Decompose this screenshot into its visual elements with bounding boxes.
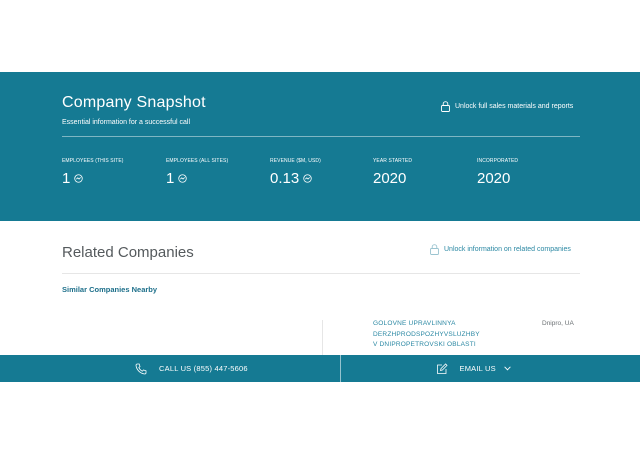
related-divider	[62, 273, 580, 274]
call-us-label: CALL US (855) 447-5606	[159, 364, 248, 373]
company-name-line: V DNIPROPETROVSKI OBLASTI	[373, 341, 476, 348]
snapshot-title: Company Snapshot	[62, 94, 206, 111]
company-name-line: GOLOVNE UPRAVLINNYA	[373, 320, 456, 327]
stat-incorporated: INCORPORATED 2020	[477, 158, 518, 187]
column-divider	[322, 320, 323, 356]
stat-value: 2020	[373, 170, 407, 187]
company-name-line: DERZHPRODSPOZHYVSLUZHBY	[373, 330, 480, 338]
company-snapshot: Company Snapshot Essential information f…	[0, 72, 640, 221]
stat-label: EMPLOYEES (THIS SITE)	[62, 158, 124, 164]
stat-year-started: YEAR STARTED 2020	[373, 158, 412, 187]
snapshot-divider	[62, 136, 580, 137]
related-company-link[interactable]: GOLOVNE UPRAVLINNYA DERZHPRODSPOZHYVSLUZ…	[373, 319, 513, 351]
stat-label: INCORPORATED	[477, 158, 519, 164]
chevron-down-icon	[504, 366, 511, 371]
stat-label: EMPLOYEES (ALL SITES)	[166, 158, 229, 164]
email-us-button[interactable]: EMAIL US	[341, 355, 640, 382]
edit-icon	[436, 362, 448, 374]
trend-icon[interactable]	[303, 174, 312, 183]
stat-revenue: REVENUE ($M, USD) 0.13	[270, 158, 321, 187]
phone-icon	[135, 363, 147, 374]
stat-value: 1	[166, 170, 175, 187]
stat-employees-all-sites: EMPLOYEES (ALL SITES) 1	[166, 158, 228, 187]
stat-value: 0.13	[270, 170, 300, 187]
call-us-button[interactable]: CALL US (855) 447-5606	[0, 355, 340, 382]
email-us-label: EMAIL US	[459, 364, 496, 373]
stat-value: 1	[62, 170, 71, 187]
stat-label: YEAR STARTED	[373, 158, 413, 164]
unlock-related-label: Unlock information on related companies	[444, 246, 571, 253]
unlock-sales-link[interactable]: Unlock full sales materials and reports	[441, 101, 573, 112]
related-companies-title: Related Companies	[62, 244, 194, 261]
similar-companies-heading: Similar Companies Nearby	[62, 285, 158, 294]
company-location: Dnipro, UA	[542, 320, 574, 327]
stat-employees-this-site: EMPLOYEES (THIS SITE) 1	[62, 158, 124, 187]
unlock-related-link[interactable]: Unlock information on related companies	[430, 244, 571, 255]
lock-icon	[441, 101, 450, 112]
stat-label: REVENUE ($M, USD)	[270, 158, 321, 164]
trend-icon[interactable]	[178, 174, 188, 183]
snapshot-subtitle: Essential information for a successful c…	[62, 119, 190, 126]
lock-icon	[430, 244, 439, 255]
unlock-sales-label: Unlock full sales materials and reports	[455, 103, 574, 110]
trend-icon[interactable]	[74, 174, 84, 183]
stat-value: 2020	[477, 170, 511, 187]
contact-footer-bar: CALL US (855) 447-5606 EMAIL US	[0, 355, 640, 382]
